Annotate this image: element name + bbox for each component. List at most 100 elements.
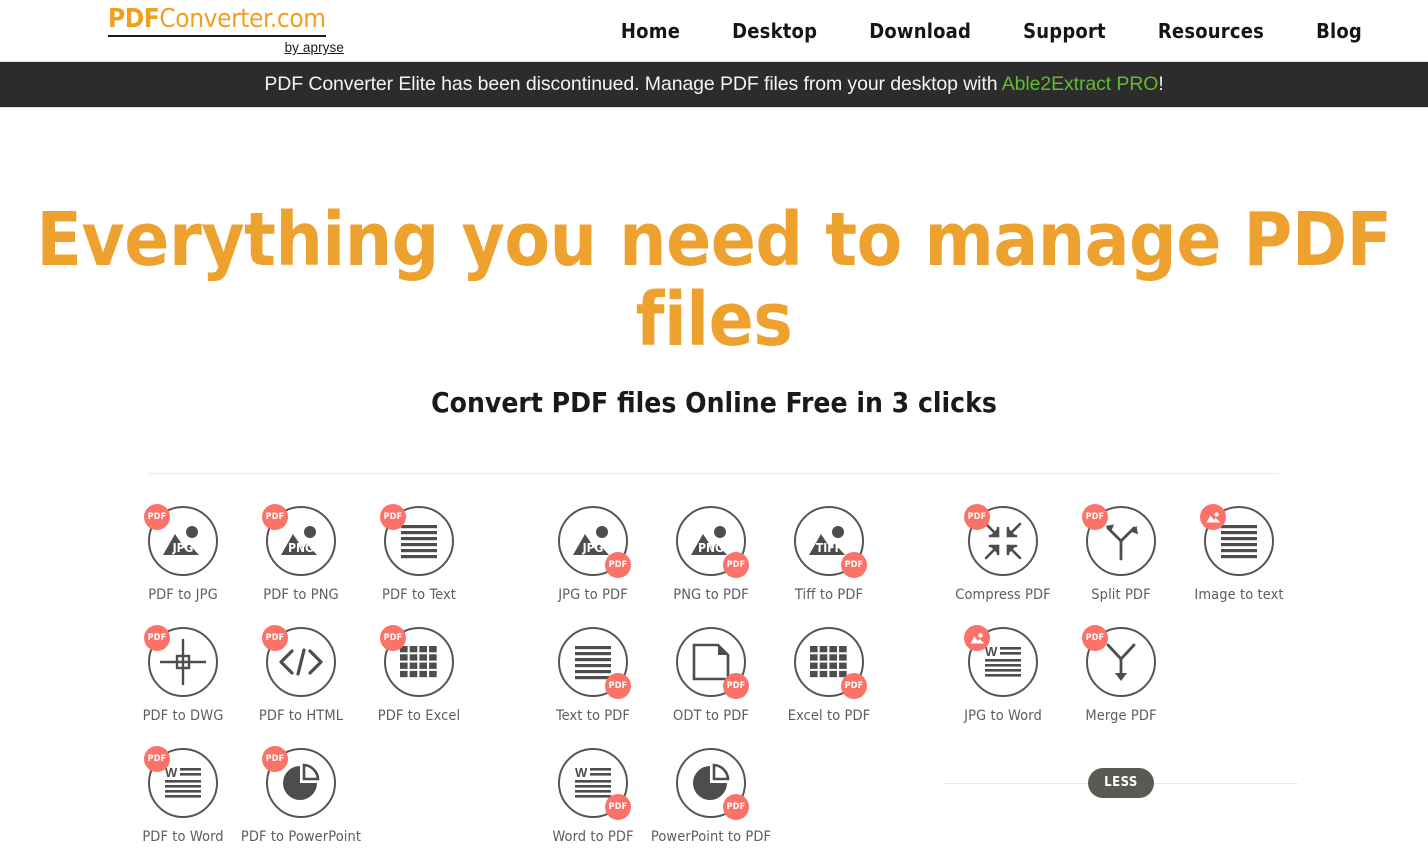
tool-tile-label: Compress PDF	[955, 587, 1051, 603]
tool-tile-label: Image to text	[1194, 587, 1284, 603]
tool-tile[interactable]: PDF Compress PDF	[944, 504, 1062, 603]
discontinued-notice-banner: PDF Converter Elite has been discontinue…	[0, 62, 1428, 108]
tool-tile-label: PDF to Word	[142, 829, 224, 845]
svg-text:PNG: PNG	[288, 541, 314, 555]
pdf-badge: PDF	[262, 504, 288, 530]
logo-pdf-text: PDF	[108, 4, 160, 34]
split-branch-icon: PDF	[1082, 504, 1156, 576]
merge-arrow-icon: PDF	[1082, 625, 1156, 697]
logo-tagline: by apryse	[284, 40, 344, 55]
tool-tile[interactable]: TIFF PDF Tiff to PDF	[770, 506, 888, 603]
tool-tile-label: PowerPoint to PDF	[650, 829, 772, 845]
tool-tile[interactable]: PDF Text to PDF	[534, 627, 652, 724]
tool-tile[interactable]: PDF PDF to DWG	[124, 625, 242, 724]
tool-tile-label: PDF to DWG	[142, 708, 224, 724]
tool-tile-label: JPG to PDF	[558, 587, 628, 603]
image-jpg-icon: JPG PDF	[558, 506, 631, 578]
word-doc-icon: W PDF	[144, 746, 218, 818]
tool-tile[interactable]: PDF PDF to HTML	[242, 625, 360, 724]
tool-columns: JPG PDF PDF to JPG PNG PDF PDF to PNG PD…	[124, 474, 1304, 858]
nav-item-home[interactable]: Home	[595, 19, 706, 43]
tool-tile-label: PDF to PNG	[263, 587, 339, 603]
page-subtitle: Convert PDF files Online Free in 3 click…	[431, 386, 997, 419]
less-toggle-button[interactable]: LESS	[1088, 768, 1154, 798]
banner-message: PDF Converter Elite has been discontinue…	[264, 73, 1163, 96]
logo-wordmark: PDFConverter.com	[108, 4, 326, 37]
folded-corner-icon: PDF	[676, 627, 749, 699]
pdf-badge: PDF	[605, 552, 631, 578]
less-toggle-bar: LESS	[944, 768, 1298, 798]
tool-tile[interactable]: Image to text	[1180, 504, 1298, 603]
svg-text:JPG: JPG	[172, 541, 194, 555]
pdf-badge: PDF	[723, 673, 749, 699]
tool-tile[interactable]: PNG PDF PDF to PNG	[242, 504, 360, 603]
tool-tile[interactable]: PDF Merge PDF	[1062, 625, 1180, 724]
pdf-badge: PDF	[144, 625, 170, 651]
tool-tile[interactable]: PDF PowerPoint to PDF	[650, 748, 772, 845]
site-logo[interactable]: PDFConverter.com by apryse	[108, 4, 344, 57]
tool-tile[interactable]: JPG PDF JPG to PDF	[534, 506, 652, 603]
pdf-badge: PDF	[262, 746, 288, 772]
pdf-badge: PDF	[144, 746, 170, 772]
compress-arrows-icon: PDF	[964, 504, 1038, 576]
tool-tile-label: Excel to PDF	[787, 708, 871, 724]
tool-tile[interactable]: PDF Excel to PDF	[770, 627, 888, 724]
pie-chart-icon: PDF	[262, 746, 336, 818]
tool-tile-label: Merge PDF	[1085, 708, 1157, 724]
pdf-badge: PDF	[841, 552, 867, 578]
tool-tile-label: PDF to HTML	[258, 708, 344, 724]
svg-text:PNG: PNG	[698, 541, 724, 555]
tool-tile[interactable]: JPG PDF PDF to JPG	[124, 504, 242, 603]
crosshair-dwg-icon: PDF	[144, 625, 218, 697]
able2extract-pro-link[interactable]: Able2Extract PRO	[1002, 73, 1159, 95]
code-tag-icon: PDF	[262, 625, 336, 697]
tool-tile-label: PDF to JPG	[148, 587, 218, 603]
tool-tile[interactable]: PDF PDF to Excel	[360, 625, 478, 724]
svg-text:W: W	[165, 766, 178, 780]
tile-grid: JPG PDF PDF to JPG PNG PDF PDF to PNG PD…	[124, 504, 478, 858]
tool-tile[interactable]: W PDF Word to PDF	[534, 748, 652, 845]
main-navigation: Home Desktop Download Support Resources …	[595, 0, 1388, 62]
column-convert-to-pdf: JPG PDF JPG to PDF PNG PDF PNG to PDF TI…	[534, 506, 894, 858]
svg-text:JPG: JPG	[582, 541, 604, 555]
word-doc-icon: W	[964, 625, 1038, 697]
tool-tile[interactable]: W PDF PDF to Word	[124, 746, 242, 845]
nav-item-blog[interactable]: Blog	[1290, 19, 1388, 43]
pdf-badge: PDF	[262, 625, 288, 651]
pdf-badge: PDF	[144, 504, 170, 530]
tool-tile[interactable]: PNG PDF PNG to PDF	[652, 506, 770, 603]
nav-item-download[interactable]: Download	[843, 19, 997, 43]
column-pdf-tools: PDF Compress PDF PDF Split PDF Image to …	[944, 504, 1304, 798]
tool-tile-label: JPG to Word	[964, 708, 1042, 724]
pie-chart-icon: PDF	[676, 748, 749, 820]
pdf-badge: PDF	[605, 673, 631, 699]
pdf-badge: PDF	[380, 625, 406, 651]
tool-tile[interactable]: PDF PDF to Text	[360, 504, 478, 603]
svg-text:W: W	[985, 645, 998, 659]
image-badge-icon	[964, 625, 990, 651]
tile-grid: PDF Compress PDF PDF Split PDF Image to …	[944, 504, 1298, 748]
nav-item-support[interactable]: Support	[997, 19, 1132, 43]
text-lines-icon: PDF	[380, 504, 454, 576]
text-lines-icon: PDF	[558, 627, 631, 699]
tool-tile[interactable]: W JPG to Word	[944, 625, 1062, 724]
word-doc-icon: W PDF	[558, 748, 631, 820]
tool-tile-label: PDF to Text	[382, 587, 456, 603]
site-header: PDFConverter.com by apryse Home Desktop …	[0, 0, 1428, 62]
banner-message-text: PDF Converter Elite has been discontinue…	[264, 73, 1002, 95]
spreadsheet-grid-icon: PDF	[794, 627, 867, 699]
tool-tile[interactable]: PDF ODT to PDF	[652, 627, 770, 724]
logo-converter-text: Converter.com	[159, 4, 326, 34]
nav-item-desktop[interactable]: Desktop	[706, 19, 843, 43]
tile-grid: JPG PDF JPG to PDF PNG PDF PNG to PDF TI…	[534, 506, 888, 858]
pdf-badge: PDF	[964, 504, 990, 530]
pdf-badge: PDF	[841, 673, 867, 699]
image-tiff-icon: TIFF PDF	[794, 506, 867, 578]
tool-tile[interactable]: PDF Split PDF	[1062, 504, 1180, 603]
nav-item-resources[interactable]: Resources	[1132, 19, 1290, 43]
tool-tile-label: Split PDF	[1091, 587, 1151, 603]
column-convert-from-pdf: JPG PDF PDF to JPG PNG PDF PDF to PNG PD…	[124, 504, 484, 858]
tool-tile-label: PDF to PowerPoint	[240, 829, 362, 845]
tool-tile[interactable]: PDF PDF to PowerPoint	[240, 746, 362, 845]
spreadsheet-grid-icon: PDF	[380, 625, 454, 697]
